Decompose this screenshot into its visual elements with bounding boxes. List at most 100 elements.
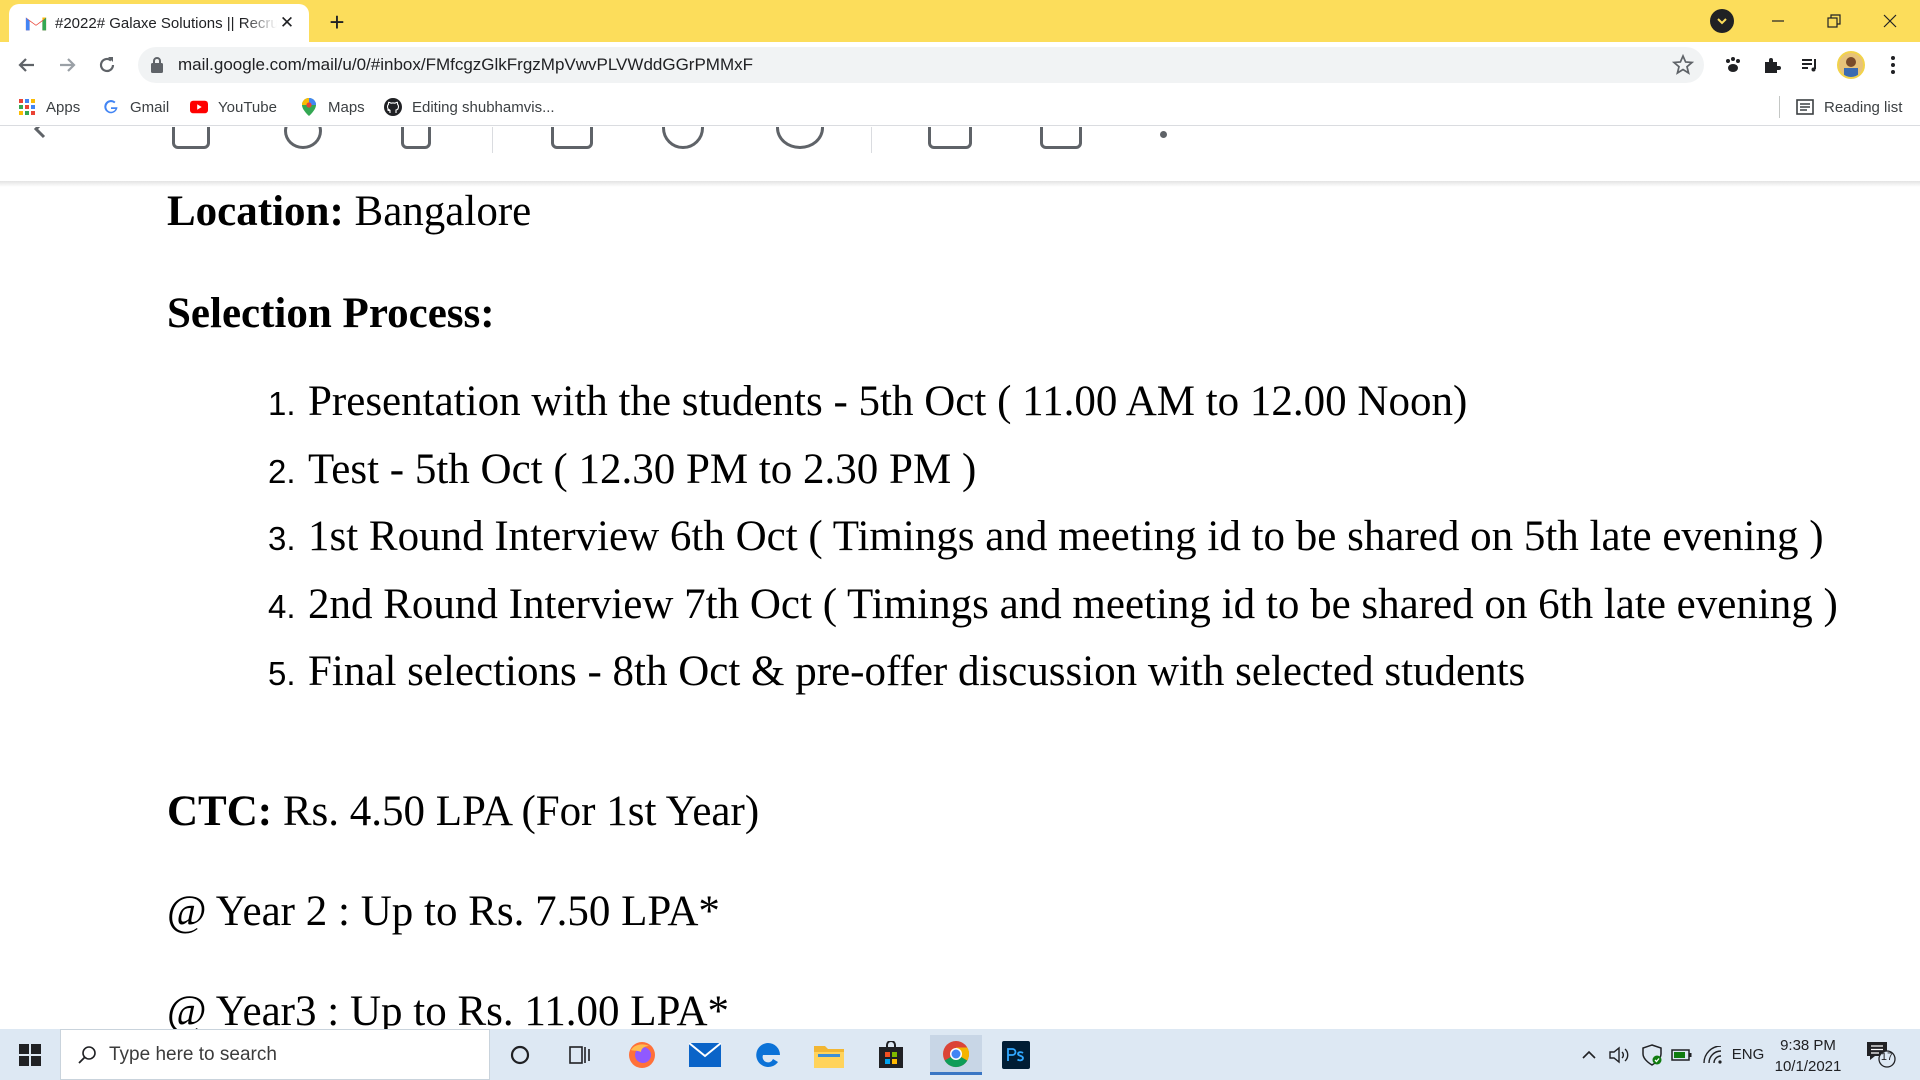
media-control-button[interactable]: [1795, 50, 1825, 80]
start-button[interactable]: [0, 1029, 60, 1080]
bookmark-apps[interactable]: Apps: [18, 95, 80, 119]
address-bar[interactable]: mail.google.com/mail/u/0/#inbox/FMfcgzGl…: [138, 47, 1704, 83]
speaker-icon: [1609, 1046, 1629, 1063]
youtube-icon: [190, 98, 208, 116]
bookmark-label: YouTube: [218, 98, 277, 116]
bookmark-label: Editing shubhamvis...: [412, 98, 555, 116]
task-view-icon: [569, 1046, 590, 1064]
bookmark-maps[interactable]: Maps: [300, 95, 365, 119]
arrow-left-icon: [18, 58, 34, 72]
wifi-icon: [1703, 1045, 1722, 1064]
maps-pin-icon: [300, 98, 318, 116]
tab-search-button[interactable]: [1710, 9, 1734, 33]
delete-icon[interactable]: [401, 127, 431, 149]
report-spam-icon[interactable]: [284, 127, 322, 149]
cortana-button[interactable]: [496, 1035, 544, 1075]
mail-taskbar-button[interactable]: [681, 1035, 729, 1075]
selection-heading: Selection Process:: [167, 289, 495, 338]
list-item-text: 1st Round Interview 6th Oct ( Timings an…: [308, 513, 1824, 560]
snooze-icon[interactable]: [662, 127, 704, 149]
firefox-icon: [629, 1042, 655, 1068]
chrome-menu-button[interactable]: [1878, 50, 1908, 80]
cortana-circle-icon: [510, 1045, 530, 1065]
move-to-icon[interactable]: [928, 127, 972, 149]
wifi-tray-button[interactable]: [1699, 1029, 1727, 1080]
chrome-icon: [943, 1040, 970, 1067]
notification-count: 17: [1880, 1051, 1894, 1063]
ctc-value: Rs. 4.50 LPA (For 1st Year): [272, 788, 760, 835]
label-icon[interactable]: [1040, 127, 1082, 149]
close-window-button[interactable]: [1862, 0, 1918, 42]
taskbar-clock[interactable]: 9:38 PM 10/1/2021: [1766, 1035, 1850, 1077]
volume-button[interactable]: [1606, 1029, 1634, 1080]
add-to-tasks-icon[interactable]: [776, 127, 824, 149]
restore-button[interactable]: [1806, 0, 1862, 42]
reading-list-label: Reading list: [1824, 98, 1903, 116]
list-item: 5. Final selections - 8th Oct & pre-offe…: [268, 647, 1838, 715]
store-bag-icon: [879, 1041, 903, 1068]
profile-button[interactable]: [1836, 50, 1866, 80]
reload-button[interactable]: [90, 48, 124, 82]
search-placeholder: Type here to search: [109, 1043, 277, 1065]
new-tab-button[interactable]: +: [322, 7, 352, 37]
minimize-button[interactable]: [1750, 0, 1806, 42]
photoshop-taskbar-button[interactable]: [992, 1035, 1040, 1075]
security-tray-button[interactable]: [1638, 1029, 1666, 1080]
bookmarks-bar: Apps Gmail YouTube Maps Editing shubhamv…: [0, 88, 1920, 126]
bookmark-label: Maps: [328, 98, 365, 116]
puzzle-icon: [1765, 58, 1781, 73]
extensions-menu-button[interactable]: [1757, 50, 1787, 80]
chevron-down-icon: [1717, 18, 1727, 25]
tab-gmail[interactable]: #2022# Galaxe Solutions || Recruitment ✕: [9, 4, 309, 42]
location-line: Location: Bangalore: [167, 187, 531, 236]
url-text: mail.google.com/mail/u/0/#inbox/FMfcgzGl…: [178, 55, 754, 74]
list-item-text: Presentation with the students - 5th Oct…: [308, 378, 1468, 425]
back-to-inbox-icon[interactable]: [30, 127, 54, 141]
selection-steps-list: 1. Presentation with the students - 5th …: [268, 377, 1838, 715]
github-icon: [384, 98, 402, 116]
edge-taskbar-button[interactable]: [744, 1035, 792, 1075]
windows-logo-icon: [19, 1043, 41, 1066]
action-center-button[interactable]: 17: [1866, 1040, 1896, 1068]
file-explorer-taskbar-button[interactable]: [805, 1035, 853, 1075]
list-item-number: 2.: [268, 452, 296, 490]
restore-icon: [1827, 14, 1841, 28]
language-indicator[interactable]: ENG: [1728, 1029, 1768, 1080]
show-hidden-icons-button[interactable]: [1578, 1029, 1600, 1080]
chrome-taskbar-button[interactable]: [930, 1035, 982, 1075]
reload-icon: [99, 57, 115, 73]
chevron-up-icon: [1582, 1050, 1596, 1059]
archive-icon[interactable]: [172, 127, 210, 149]
list-item-number: 4.: [268, 587, 296, 625]
bookmark-youtube[interactable]: YouTube: [190, 95, 277, 119]
more-options-icon[interactable]: [1160, 131, 1167, 138]
windows-taskbar: Type here to search ENG 9:38 PM 10/1/202…: [0, 1029, 1920, 1080]
extension-paw-icon: [1726, 57, 1740, 72]
folder-icon: [814, 1046, 844, 1068]
toolbar-divider: [492, 127, 493, 153]
bookmark-gmail[interactable]: Gmail: [102, 95, 169, 119]
forward-button[interactable]: [50, 48, 84, 82]
tab-close-icon[interactable]: ✕: [277, 13, 297, 33]
battery-tray-button[interactable]: [1668, 1029, 1696, 1080]
playlist-icon: [1802, 59, 1816, 72]
extension-button[interactable]: [1718, 50, 1748, 80]
mail-icon: [689, 1043, 721, 1067]
minimize-icon: [1772, 20, 1784, 22]
back-button[interactable]: [10, 48, 44, 82]
year2-line: @ Year 2 : Up to Rs. 7.50 LPA*: [167, 888, 720, 935]
mark-unread-icon[interactable]: [551, 127, 593, 149]
store-taskbar-button[interactable]: [867, 1035, 915, 1075]
list-item-number: 5.: [268, 655, 296, 692]
bookmark-github[interactable]: Editing shubhamvis...: [384, 95, 555, 119]
bookmarks-divider: [1779, 96, 1780, 118]
taskbar-search-input[interactable]: Type here to search: [60, 1029, 490, 1080]
list-item-text: Final selections - 8th Oct & pre-offer d…: [308, 648, 1526, 695]
firefox-taskbar-button[interactable]: [618, 1035, 666, 1075]
task-view-button[interactable]: [556, 1035, 604, 1075]
arrow-right-icon: [60, 58, 76, 72]
reading-list-button[interactable]: Reading list: [1796, 95, 1902, 119]
list-item-text: 2nd Round Interview 7th Oct ( Timings an…: [308, 580, 1838, 628]
bookmark-star-icon[interactable]: [1672, 54, 1694, 76]
photoshop-icon: [1002, 1041, 1030, 1069]
